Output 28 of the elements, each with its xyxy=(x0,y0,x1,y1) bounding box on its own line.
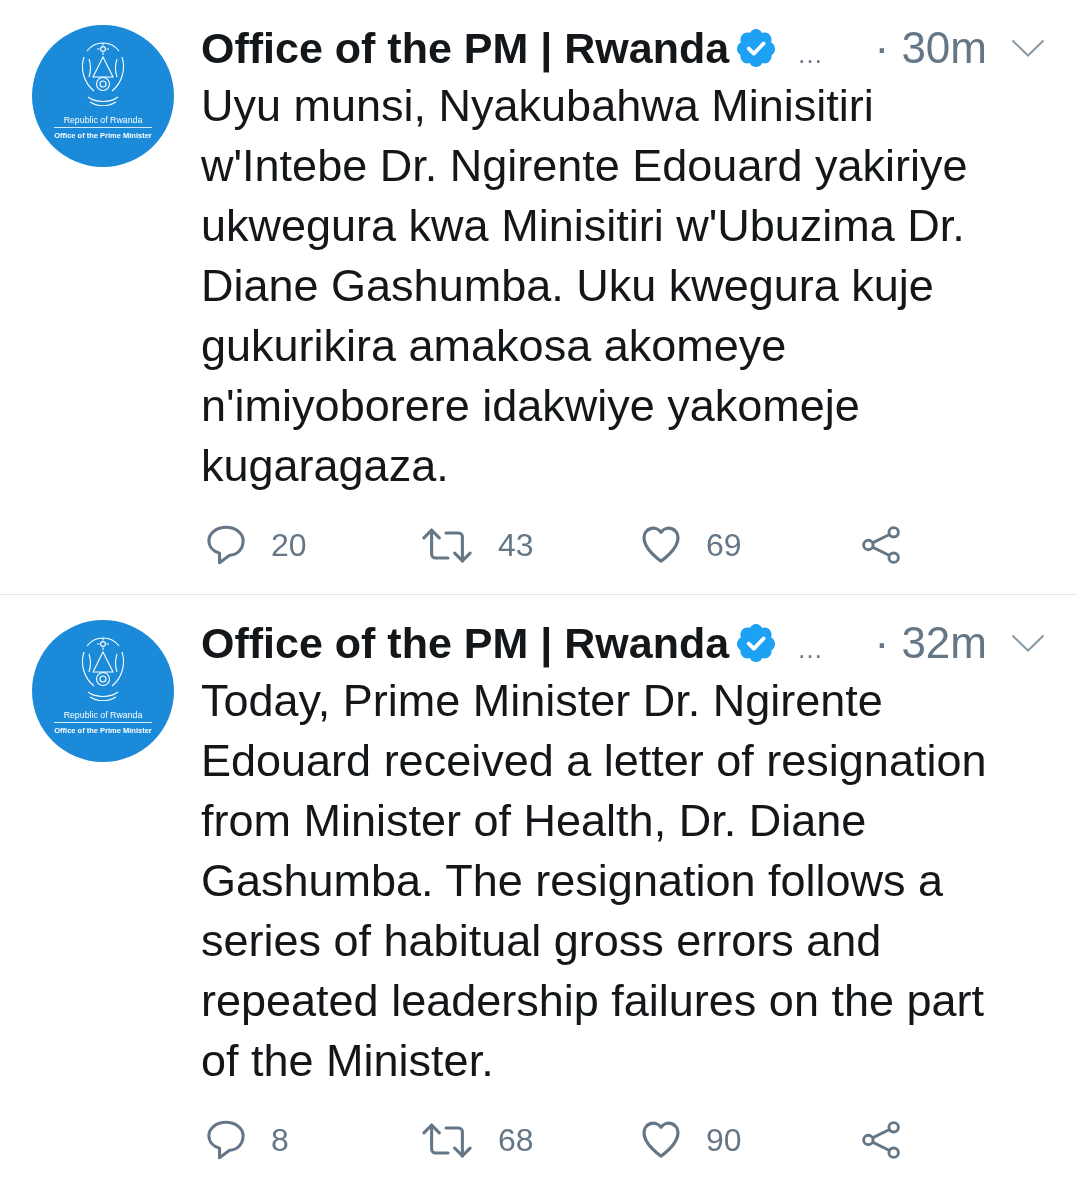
tweet-text: Uyu munsi, Nyakubahwa Minisitiri w'Intebe Dr. Ngirente Edouard yakiriye ukwegura kwa Minisitiri w'Ubuzima Dr. Diane Gashumba. Uku kwegura kuje gukurikira amakosa akomeye n'imiyoborere idakwiye yakomeje kugaragaza. xyxy=(201,79,969,493)
share-button[interactable] xyxy=(862,1120,900,1160)
timestamp: · 32m xyxy=(874,617,987,669)
logo-title: Republic of Rwanda xyxy=(63,710,143,720)
caret-icon[interactable] xyxy=(1011,634,1045,652)
caret-icon[interactable] xyxy=(1011,39,1045,57)
retweet-button[interactable]: 43 xyxy=(422,526,534,564)
share-icon xyxy=(862,1120,900,1160)
reply-button[interactable]: 8 xyxy=(207,1120,289,1160)
author-name[interactable]: Office of the PM | Rwanda xyxy=(201,615,730,671)
tweet-text: Today, Prime Minister Dr. Ngirente Edouard received a letter of resignation from Minister of Health, Dr. Diane Gashumba. The resignation follows a series of habitual gross errors and repeated leadership failures on the part of the Minister. xyxy=(201,674,988,1088)
retweet-icon xyxy=(422,526,472,564)
timestamp: · 30m xyxy=(874,22,987,74)
speech-bubble-icon xyxy=(207,1120,245,1160)
heart-icon xyxy=(642,525,680,565)
username-text[interactable]: … xyxy=(797,634,824,665)
retweet-icon xyxy=(422,1121,472,1159)
retweet-button[interactable]: 68 xyxy=(422,1121,534,1159)
share-button[interactable] xyxy=(862,525,900,565)
username-text[interactable]: … xyxy=(797,39,824,70)
author-name[interactable]: Office of the PM | Rwanda xyxy=(201,20,730,76)
heart-icon xyxy=(642,1120,680,1160)
reply-button[interactable]: 20 xyxy=(207,525,307,565)
logo-title: Republic of Rwanda xyxy=(63,115,143,125)
like-button[interactable]: 69 xyxy=(642,525,742,565)
like-button[interactable]: 90 xyxy=(642,1120,742,1160)
share-icon xyxy=(862,525,900,565)
speech-bubble-icon xyxy=(207,525,245,565)
